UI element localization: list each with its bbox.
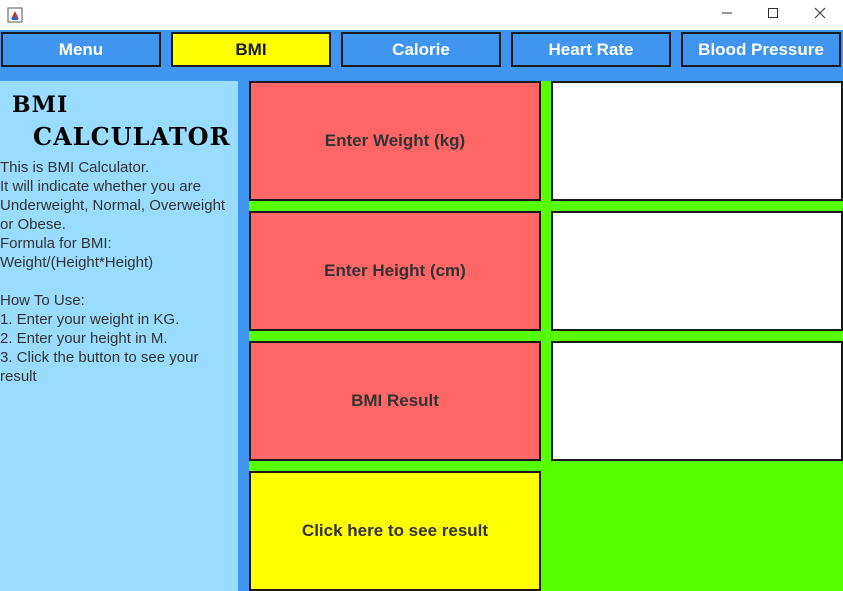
minimize-button[interactable] bbox=[704, 0, 750, 30]
nav-menu-label: Menu bbox=[58, 39, 104, 59]
maximize-icon bbox=[767, 6, 779, 24]
see-result-button[interactable]: Click here to see result bbox=[249, 471, 541, 591]
nav-menu-button[interactable]: Menu bbox=[1, 32, 161, 67]
see-result-label: Click here to see result bbox=[301, 521, 489, 540]
nav-blood-pressure-button[interactable]: Blood Pressure bbox=[681, 32, 841, 67]
bmi-result-label: BMI Result bbox=[351, 391, 439, 410]
java-app-icon bbox=[7, 7, 23, 23]
nav-calorie-button[interactable]: Calorie bbox=[341, 32, 501, 67]
maximize-button[interactable] bbox=[750, 0, 796, 30]
close-button[interactable] bbox=[797, 0, 843, 30]
divider bbox=[238, 81, 249, 591]
bmi-form-grid: Enter Weight (kg) Enter Height (cm) BMI … bbox=[249, 81, 843, 591]
weight-label-cell: Enter Weight (kg) bbox=[249, 81, 541, 201]
sidebar-description: This is BMI Calculator. It will indicate… bbox=[0, 159, 226, 385]
close-icon bbox=[814, 6, 826, 24]
minimize-icon bbox=[721, 6, 733, 24]
bmi-result-field bbox=[551, 341, 843, 461]
nav-bmi-button[interactable]: BMI bbox=[171, 32, 331, 67]
height-label-cell: Enter Height (cm) bbox=[249, 211, 541, 331]
nav-heart-rate-label: Heart Rate bbox=[548, 39, 634, 59]
weight-input[interactable] bbox=[551, 81, 843, 201]
nav-blood-pressure-label: Blood Pressure bbox=[698, 39, 824, 59]
nav-bmi-label: BMI bbox=[235, 39, 267, 59]
nav-heart-rate-button[interactable]: Heart Rate bbox=[511, 32, 671, 67]
weight-label: Enter Weight (kg) bbox=[324, 131, 466, 150]
height-input[interactable] bbox=[551, 211, 843, 331]
title-bar bbox=[0, 0, 843, 30]
sidebar-title-line2: CALCULATOR bbox=[33, 122, 231, 151]
nav-bar: Menu BMI Calorie Heart Rate Blood Pressu… bbox=[0, 30, 843, 81]
height-label: Enter Height (cm) bbox=[324, 261, 466, 280]
nav-calorie-label: Calorie bbox=[392, 39, 450, 59]
bmi-result-label-cell: BMI Result bbox=[249, 341, 541, 461]
sidebar-title-line1: BMI bbox=[12, 92, 69, 118]
